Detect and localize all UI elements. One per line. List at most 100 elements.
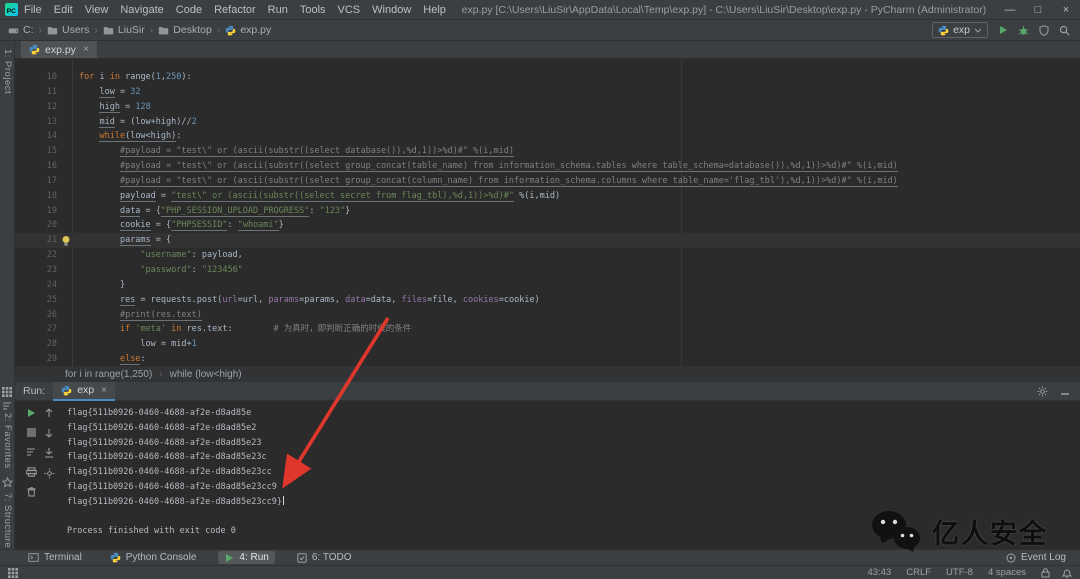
menu-navigate[interactable]: Navigate bbox=[114, 4, 169, 16]
run-icon[interactable] bbox=[998, 25, 1008, 35]
toolwindow-label: 4: Run bbox=[239, 552, 269, 563]
menu-help[interactable]: Help bbox=[417, 4, 452, 16]
code-line-29[interactable]: 29 else: bbox=[15, 352, 1080, 366]
minimize-icon[interactable] bbox=[1060, 386, 1070, 396]
toolwindow-terminal[interactable]: Terminal bbox=[22, 551, 88, 564]
gear-icon[interactable] bbox=[1037, 385, 1048, 397]
console-line: flag{511b0926-0460-4688-af2e-d8ad85e23 bbox=[67, 437, 262, 448]
toolwindow-python-console[interactable]: Python Console bbox=[104, 551, 203, 564]
code-line-11[interactable]: 11 low = 32 bbox=[15, 85, 1080, 100]
code-text: res = requests.post(url=url, params=para… bbox=[119, 294, 540, 306]
stripe-icon-slot3[interactable] bbox=[2, 477, 13, 491]
code-line-18[interactable]: 18 payload = "test\" or (ascii(substr((s… bbox=[15, 189, 1080, 204]
breadcrumb-item-users[interactable]: Users bbox=[47, 24, 89, 36]
code-line-14[interactable]: 14 while(low<high): bbox=[15, 129, 1080, 144]
stripe-favorites[interactable]: 2: Favorites bbox=[2, 413, 13, 469]
rerun-icon[interactable] bbox=[26, 408, 36, 418]
stripe-structure[interactable]: 7: Structure bbox=[2, 493, 13, 548]
console-line: flag{511b0926-0460-4688-af2e-d8ad85e bbox=[67, 408, 252, 418]
run-config-select[interactable]: exp bbox=[932, 22, 988, 38]
code-line-13[interactable]: 13 mid = (low+high)//2 bbox=[15, 115, 1080, 130]
event-log-button[interactable]: Event Log bbox=[1006, 552, 1080, 563]
menu-refactor[interactable]: Refactor bbox=[208, 4, 262, 16]
editor-breadcrumb-item[interactable]: while (low<high) bbox=[170, 369, 242, 380]
code-line-12[interactable]: 12 high = 128 bbox=[15, 100, 1080, 115]
debug-icon[interactable] bbox=[1018, 25, 1029, 36]
run-tab-close-icon[interactable]: × bbox=[101, 385, 107, 396]
down-arrow-icon[interactable] bbox=[44, 428, 54, 438]
menu-code[interactable]: Code bbox=[170, 4, 208, 16]
breadcrumb-item-exppy[interactable]: exp.py bbox=[225, 24, 271, 36]
clear-icon[interactable] bbox=[27, 487, 36, 497]
code-line-25[interactable]: 25 res = requests.post(url=url, params=p… bbox=[15, 293, 1080, 308]
pycharm-window: PC File Edit View Navigate Code Refactor Run To… bbox=[0, 0, 1080, 579]
code-editor[interactable]: 10 for i in range(1,250): 11 low = 32 12 hi… bbox=[15, 59, 1080, 366]
status-left-icon-slot[interactable] bbox=[8, 567, 18, 578]
code-line-23[interactable]: 23 "password": "123456" bbox=[15, 263, 1080, 278]
menu-vcs[interactable]: VCS bbox=[332, 4, 367, 16]
tab-close-icon[interactable]: × bbox=[83, 44, 89, 55]
grid-icon[interactable] bbox=[2, 387, 12, 397]
code-line-22[interactable]: 22 "username": payload, bbox=[15, 248, 1080, 263]
editor-breadcrumb-item[interactable]: for i in range(1,250) bbox=[65, 369, 152, 380]
console-line: flag{511b0926-0460-4688-af2e-d8ad85e23cc… bbox=[67, 481, 277, 492]
breadcrumb-item-desktop[interactable]: Desktop bbox=[158, 24, 212, 36]
softwrap-icon[interactable] bbox=[26, 447, 36, 457]
code-line-20[interactable]: 20 cookie = {"PHPSESSID": "whoami"} bbox=[15, 218, 1080, 233]
breadcrumb-item-liusir[interactable]: LiuSir bbox=[103, 24, 145, 36]
breadcrumb-item-c[interactable]: C: bbox=[8, 24, 34, 36]
line-number: 17 bbox=[46, 175, 57, 186]
star-icon[interactable] bbox=[2, 477, 13, 488]
code-line-28[interactable]: 28 low = mid+1 bbox=[15, 337, 1080, 352]
softwrap-icon[interactable] bbox=[2, 401, 12, 411]
search-icon[interactable] bbox=[1059, 25, 1070, 36]
bell-icon[interactable] bbox=[1062, 568, 1072, 578]
menu-tools[interactable]: Tools bbox=[294, 4, 332, 16]
line-ending[interactable]: CRLF bbox=[906, 567, 931, 578]
code-line-16[interactable]: 16 #payload = "test\" or (ascii(substr((… bbox=[15, 159, 1080, 174]
settings-icon[interactable] bbox=[43, 468, 55, 479]
editor-breadcrumb: for i in range(1,250) › while (low<high) bbox=[15, 366, 1080, 382]
code-line-26[interactable]: 26 #print(res.text) bbox=[15, 308, 1080, 323]
lock-icon[interactable] bbox=[1041, 567, 1050, 578]
bulb-icon[interactable] bbox=[61, 235, 71, 247]
code-line-24[interactable]: 24 } bbox=[15, 278, 1080, 293]
python-icon bbox=[938, 25, 949, 36]
code-text: data = {"PHP_SESSION_UPLOAD_PROGRESS": "… bbox=[119, 205, 351, 217]
print-icon[interactable] bbox=[25, 467, 37, 477]
line-number: 26 bbox=[46, 309, 57, 320]
close-button[interactable]: × bbox=[1052, 4, 1080, 16]
code-text: } bbox=[79, 279, 126, 290]
menu-file[interactable]: File bbox=[18, 4, 48, 16]
code-line-15[interactable]: 15 #payload = "test\" or (ascii(substr((… bbox=[15, 144, 1080, 159]
stop-icon[interactable] bbox=[26, 428, 36, 437]
menu-run[interactable]: Run bbox=[262, 4, 294, 16]
grid-icon[interactable] bbox=[8, 567, 18, 578]
tab-exp-py[interactable]: exp.py × bbox=[21, 41, 97, 58]
code-text: "password": "123456" bbox=[140, 264, 243, 275]
line-number: 19 bbox=[46, 205, 57, 216]
scroll-end-icon[interactable] bbox=[44, 448, 54, 458]
up-arrow-icon[interactable] bbox=[44, 408, 54, 418]
maximize-button[interactable]: □ bbox=[1024, 4, 1052, 16]
pycharm-logo-slot: PC bbox=[5, 3, 18, 16]
caret-position[interactable]: 43:43 bbox=[867, 567, 891, 578]
menu-window[interactable]: Window bbox=[366, 4, 417, 16]
code-line-17[interactable]: 17 #payload = "test\" or (ascii(substr((… bbox=[15, 174, 1080, 189]
code-line-19[interactable]: 19 data = {"PHP_SESSION_UPLOAD_PROGRESS"… bbox=[15, 204, 1080, 219]
code-line-10[interactable]: 10 for i in range(1,250): bbox=[15, 70, 1080, 85]
menu-view[interactable]: View bbox=[79, 4, 115, 16]
indent-setting[interactable]: 4 spaces bbox=[988, 567, 1026, 578]
file-encoding[interactable]: UTF-8 bbox=[946, 567, 973, 578]
code-line-27[interactable]: 27 if 'meta' in res.text: # 为真时，即判断正确的时候… bbox=[15, 322, 1080, 337]
menu-edit[interactable]: Edit bbox=[48, 4, 79, 16]
stripe-project[interactable]: 1: Project bbox=[2, 49, 13, 94]
code-line-21[interactable]: 21 params = { bbox=[15, 233, 1080, 249]
run-tab-exp[interactable]: exp × bbox=[53, 381, 115, 401]
run-panel-header: Run: exp × bbox=[15, 381, 1080, 401]
toolwindow-6-todo[interactable]: 6: TODO bbox=[291, 551, 358, 564]
minimize-button[interactable]: — bbox=[996, 4, 1024, 16]
coverage-icon[interactable] bbox=[1039, 24, 1049, 36]
stripe-icon-slot1[interactable] bbox=[2, 387, 12, 400]
toolwindow-4-run[interactable]: 4: Run bbox=[218, 551, 275, 564]
